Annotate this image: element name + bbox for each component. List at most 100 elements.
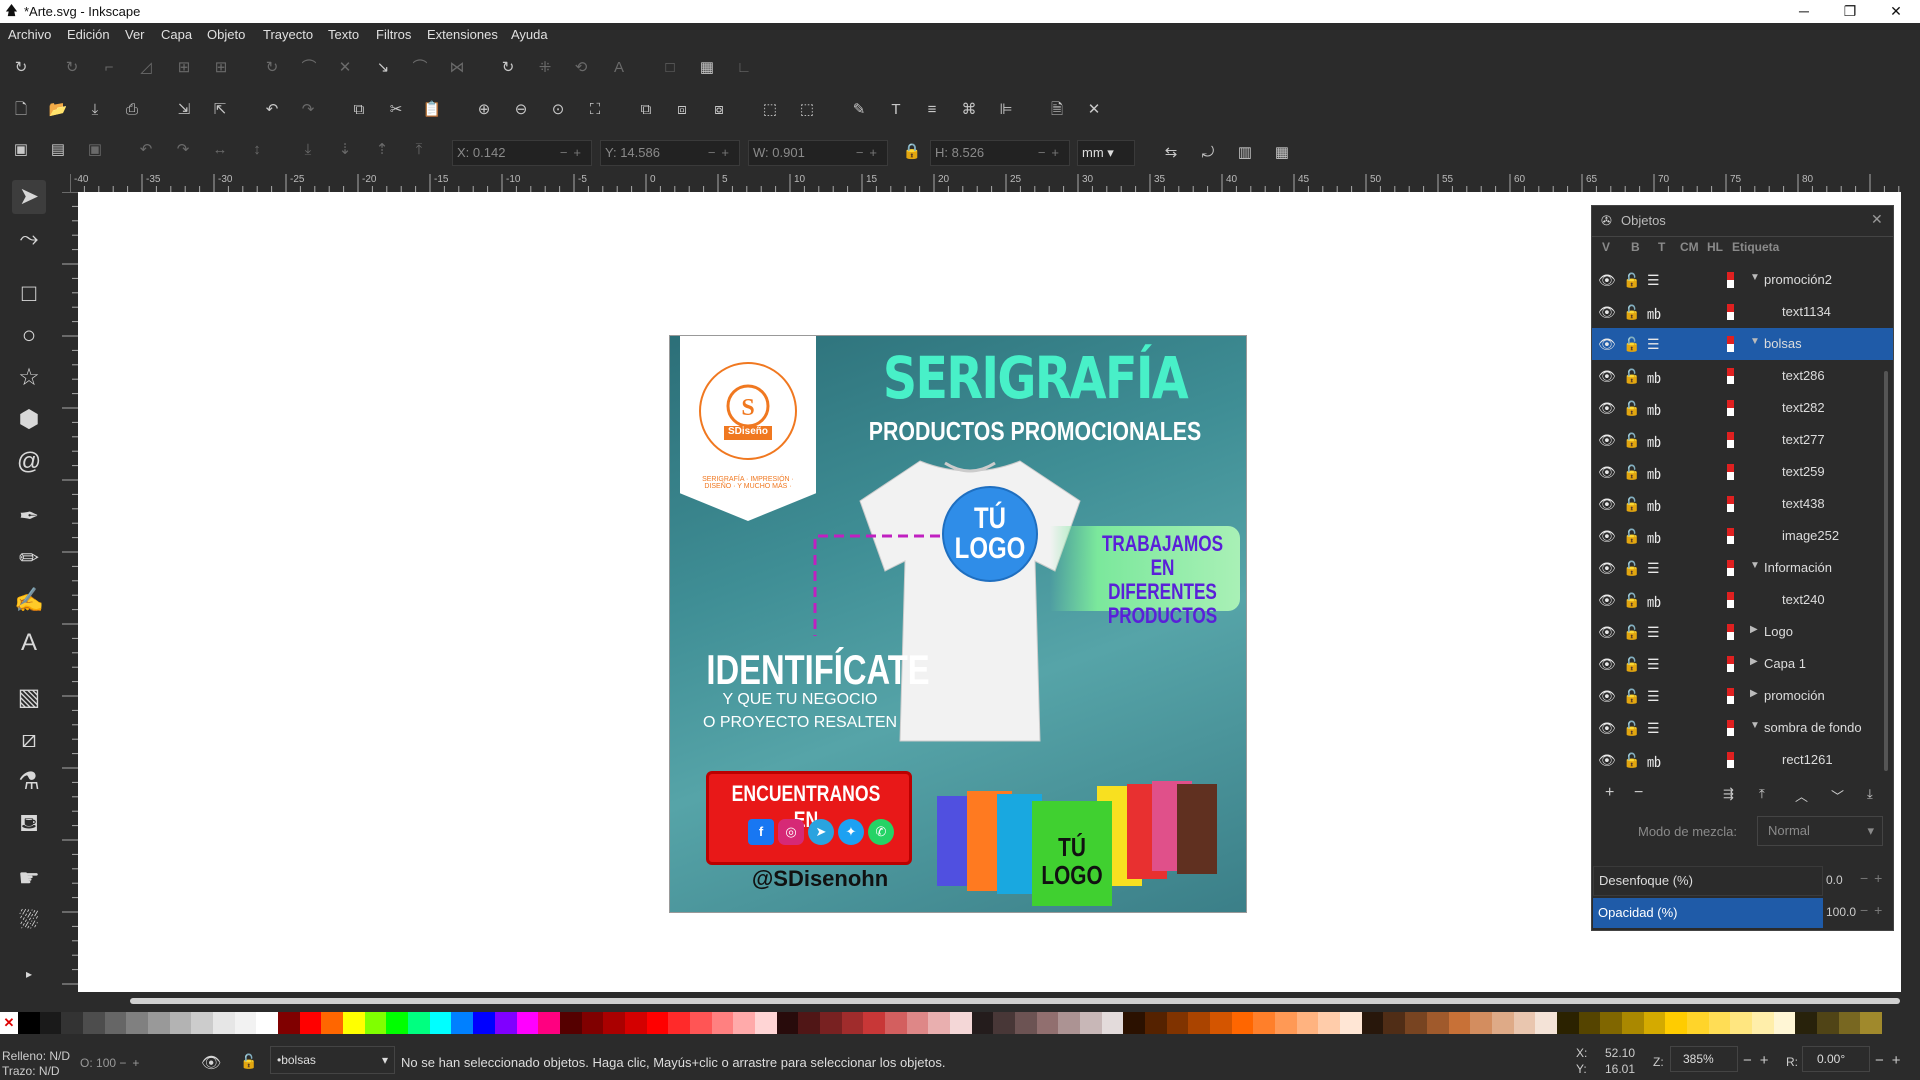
color-swatch[interactable] — [321, 1012, 344, 1034]
color-swatch[interactable] — [234, 1012, 257, 1034]
lock-toggle-icon[interactable]: 🔓 — [1623, 720, 1640, 737]
zoom-field[interactable]: 385% — [1670, 1046, 1738, 1072]
color-swatch[interactable] — [343, 1012, 366, 1034]
artwork[interactable]: S SDiseño SERIGRAFÍA · IMPRESIÓN · DISEÑ… — [669, 335, 1247, 913]
canvas-horizontal-scrollbar[interactable] — [130, 998, 1900, 1004]
rotation-stepper[interactable]: −+ — [1875, 1052, 1909, 1069]
unit-select[interactable]: mm ▾ — [1077, 140, 1135, 166]
copy-icon[interactable]: ⧉ — [348, 99, 370, 121]
lock-toggle-icon[interactable]: 🔓 — [1623, 592, 1640, 609]
color-swatch[interactable] — [1080, 1012, 1103, 1034]
color-swatch[interactable] — [1556, 1012, 1579, 1034]
menu-extensiones[interactable]: Extensiones — [427, 27, 498, 42]
lock-toggle-icon[interactable]: 🔓 — [1623, 400, 1640, 417]
color-swatch[interactable] — [169, 1012, 192, 1034]
lock-toggle-icon[interactable]: 🔓 — [1623, 752, 1640, 769]
visibility-eye-icon[interactable]: 👁 — [1598, 432, 1616, 449]
lower-icon[interactable]: ⇣ — [334, 139, 356, 161]
color-swatch[interactable] — [18, 1012, 40, 1034]
highlight-color-swatch[interactable] — [1727, 656, 1734, 672]
menu-filtros[interactable]: Filtros — [376, 27, 411, 42]
object-row[interactable]: 👁 🔓 ㏔ text286 — [1592, 360, 1893, 392]
opacity-slider[interactable]: Opacidad (%) — [1593, 898, 1823, 928]
object-row[interactable]: 👁 🔓 ☰ ▶ Capa 1 — [1592, 648, 1893, 680]
color-swatch[interactable] — [1253, 1012, 1276, 1034]
zoom-width-icon[interactable]: ⛶ — [584, 99, 606, 121]
color-swatch[interactable] — [1751, 1012, 1774, 1034]
snap-intersections-icon[interactable]: ✕ — [334, 57, 356, 79]
visibility-eye-icon[interactable]: 👁 — [1598, 592, 1616, 609]
group-icon[interactable]: ⬚ — [759, 99, 781, 121]
snap-paths-icon[interactable]: ⌒ — [298, 57, 320, 79]
snap-nodes-icon[interactable]: ↻ — [261, 57, 283, 79]
highlight-color-swatch[interactable] — [1727, 304, 1734, 320]
lock-toggle-icon[interactable]: 🔓 — [1623, 368, 1640, 385]
menu-edicion[interactable]: Edición — [67, 27, 110, 42]
object-row[interactable]: 👁 🔓 ㏔ image252 — [1592, 520, 1893, 552]
color-swatch[interactable] — [1036, 1012, 1059, 1034]
lock-toggle-icon[interactable]: 🔓 — [1623, 496, 1640, 513]
color-swatch[interactable] — [104, 1012, 127, 1034]
rectangle-tool-icon[interactable]: □ — [12, 277, 46, 311]
raise-icon[interactable]: ⇡ — [371, 139, 393, 161]
object-row[interactable]: 👁 🔓 ㏔ text1134 — [1592, 296, 1893, 328]
color-swatch[interactable] — [1231, 1012, 1254, 1034]
color-swatch[interactable] — [603, 1012, 626, 1034]
object-row[interactable]: 👁 🔓 ㏔ text259 — [1592, 456, 1893, 488]
object-row[interactable]: 👁 🔓 ☰ ▼ Información — [1592, 552, 1893, 584]
zoom-stepper[interactable]: −+ — [1743, 1052, 1777, 1069]
select-all-layers-icon[interactable]: ▤ — [47, 139, 69, 161]
object-row[interactable]: 👁 🔓 ☰ ▼ sombra de fondo — [1592, 712, 1893, 744]
color-swatch[interactable] — [581, 1012, 604, 1034]
pencil-tool-icon[interactable]: ✏ — [12, 542, 46, 576]
color-swatch[interactable] — [83, 1012, 106, 1034]
snap-midpoints-icon[interactable]: ⊞ — [173, 57, 195, 79]
color-swatch[interactable] — [993, 1012, 1016, 1034]
lock-toggle-icon[interactable]: 🔓 — [1623, 656, 1640, 673]
color-swatch[interactable] — [1730, 1012, 1753, 1034]
blend-mode-select[interactable]: Normal ▾ — [1757, 816, 1883, 846]
color-swatch[interactable] — [451, 1012, 474, 1034]
menu-capa[interactable]: Capa — [161, 27, 192, 42]
object-row[interactable]: 👁 🔓 ㏔ rect1261 — [1592, 744, 1893, 776]
highlight-color-swatch[interactable] — [1727, 432, 1734, 448]
color-swatch[interactable] — [906, 1012, 929, 1034]
color-swatch[interactable] — [1686, 1012, 1709, 1034]
menu-archivo[interactable]: Archivo — [8, 27, 51, 42]
color-swatch[interactable] — [1860, 1012, 1883, 1034]
visibility-eye-icon[interactable]: 👁 — [1598, 752, 1616, 769]
snap-grid-icon[interactable]: ▦ — [696, 57, 718, 79]
layer-lock-icon[interactable]: 🔓 — [240, 1053, 257, 1070]
visibility-eye-icon[interactable]: 👁 — [1598, 272, 1616, 289]
color-swatch[interactable] — [1296, 1012, 1319, 1034]
color-swatch[interactable] — [213, 1012, 236, 1034]
close-window-button[interactable]: ✕ — [1873, 0, 1919, 23]
stroke-indicator[interactable]: Trazo: N/D — [2, 1064, 60, 1078]
y-field[interactable]: Y: 14.586 −+ — [600, 140, 740, 166]
unlink-clone-icon[interactable]: ⧇ — [708, 99, 730, 121]
lock-toggle-icon[interactable]: 🔓 — [1623, 272, 1640, 289]
minimize-button[interactable]: ─ — [1781, 0, 1827, 23]
color-swatch[interactable] — [1578, 1012, 1601, 1034]
transform-patterns-icon[interactable]: ▦ — [1271, 142, 1293, 164]
move-bottom-button[interactable]: ⤓ — [1867, 786, 1873, 802]
color-swatch[interactable] — [1210, 1012, 1233, 1034]
new-document-icon[interactable]: 🗋 — [10, 99, 32, 121]
collapse-triangle-icon[interactable]: ▶ — [1750, 688, 1758, 699]
w-stepper[interactable]: −+ — [856, 141, 883, 165]
color-swatch[interactable] — [841, 1012, 864, 1034]
visibility-eye-icon[interactable]: 👁 — [1598, 560, 1616, 577]
col-locked[interactable]: B — [1631, 240, 1640, 254]
dropper-tool-icon[interactable]: ⚗ — [12, 765, 46, 799]
color-swatch[interactable] — [1426, 1012, 1449, 1034]
highlight-color-swatch[interactable] — [1727, 496, 1734, 512]
lock-toggle-icon[interactable]: 🔓 — [1623, 688, 1640, 705]
color-swatch[interactable] — [1708, 1012, 1731, 1034]
zoom-page-icon[interactable]: ⊙ — [547, 99, 569, 121]
visibility-eye-icon[interactable]: 👁 — [1598, 464, 1616, 481]
color-swatch[interactable] — [668, 1012, 691, 1034]
lock-toggle-icon[interactable]: 🔓 — [1623, 624, 1640, 641]
h-stepper[interactable]: −+ — [1038, 141, 1065, 165]
color-swatch[interactable] — [1470, 1012, 1493, 1034]
lock-toggle-icon[interactable]: 🔓 — [1623, 336, 1640, 353]
